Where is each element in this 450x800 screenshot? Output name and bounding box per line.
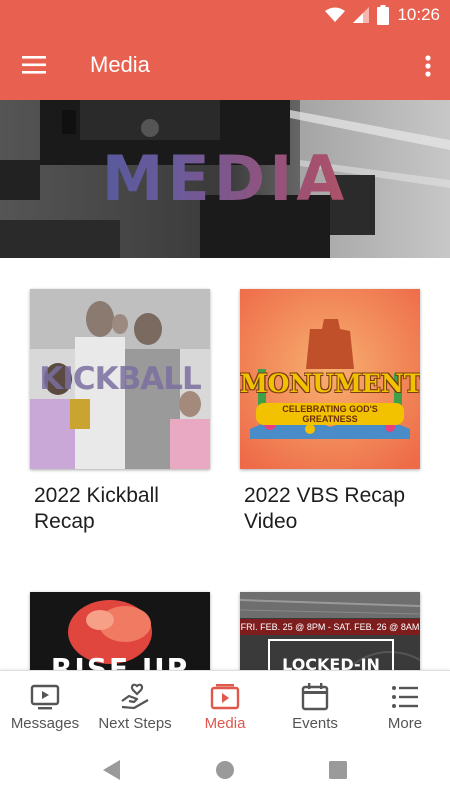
kickball-thumb-text: KICKBALL bbox=[39, 361, 201, 397]
locked-in-date-banner: FRI. FEB. 25 @ 8PM - SAT. FEB. 26 @ 8AM bbox=[240, 619, 420, 635]
more-vertical-icon bbox=[425, 55, 431, 77]
cell-signal-icon bbox=[353, 7, 370, 23]
vbs-thumb-subtext: CELEBRATING GOD'S GREATNESS bbox=[256, 403, 404, 425]
nav-label: Messages bbox=[10, 715, 80, 732]
back-triangle-icon bbox=[103, 760, 120, 780]
bottom-navigation: Messages Next Steps Media Events More bbox=[0, 670, 450, 741]
home-circle-icon bbox=[216, 761, 234, 779]
nav-label: Media bbox=[204, 715, 246, 732]
tv-icon bbox=[30, 684, 60, 710]
hamburger-menu-icon bbox=[22, 56, 46, 74]
nav-item-next-steps[interactable]: Next Steps bbox=[90, 671, 180, 741]
recents-square-icon bbox=[329, 761, 347, 779]
vbs-thumbnail: MONUMENTAL CELEBRATING GOD'S GREATNESS bbox=[240, 289, 420, 469]
battery-icon bbox=[377, 5, 390, 25]
home-button[interactable] bbox=[213, 758, 237, 782]
status-time: 10:26 bbox=[397, 5, 440, 24]
hamburger-menu-button[interactable] bbox=[20, 52, 50, 80]
card-title: 2022 VBS Recap Video bbox=[244, 484, 406, 533]
media-grid: KICKBALL 2022 Kickball Recap MONUMENT CE… bbox=[0, 258, 450, 670]
nav-label: Events bbox=[292, 715, 338, 732]
nav-label: Next Steps bbox=[98, 715, 172, 732]
list-menu-icon bbox=[392, 686, 418, 708]
vbs-thumb-text: MONUMENTAL bbox=[240, 369, 420, 398]
nav-item-more[interactable]: More bbox=[360, 671, 450, 741]
media-hero-banner: MEDIA bbox=[0, 100, 450, 258]
wifi-icon bbox=[325, 7, 346, 22]
nav-item-events[interactable]: Events bbox=[270, 671, 360, 741]
locked-in-thumbnail: FRI. FEB. 25 @ 8PM - SAT. FEB. 26 @ 8AM … bbox=[240, 592, 420, 670]
system-navigation-bar bbox=[0, 740, 450, 800]
status-bar: 10:26 bbox=[0, 0, 450, 32]
overflow-menu-button[interactable] bbox=[420, 50, 436, 82]
page-title: Media bbox=[90, 52, 150, 77]
kickball-thumbnail: KICKBALL bbox=[30, 289, 210, 469]
app-bar: Media bbox=[0, 32, 450, 100]
back-button[interactable] bbox=[100, 758, 124, 782]
rise-up-thumbnail: RISE UP bbox=[30, 592, 210, 670]
locked-in-thumb-text: LOCKED-IN bbox=[268, 639, 394, 670]
rise-up-thumb-text: RISE UP bbox=[50, 652, 190, 670]
recents-button[interactable] bbox=[326, 758, 350, 782]
hero-title: MEDIA bbox=[0, 142, 450, 215]
nav-item-messages[interactable]: Messages bbox=[0, 671, 90, 741]
calendar-icon bbox=[301, 683, 329, 711]
status-icons: 10:26 bbox=[325, 5, 440, 25]
nav-label: More bbox=[387, 715, 423, 732]
hand-heart-icon bbox=[121, 683, 149, 710]
card-title: 2022 Kickball Recap bbox=[34, 484, 159, 533]
nav-item-media[interactable]: Media bbox=[180, 671, 270, 741]
media-play-icon bbox=[210, 684, 240, 710]
